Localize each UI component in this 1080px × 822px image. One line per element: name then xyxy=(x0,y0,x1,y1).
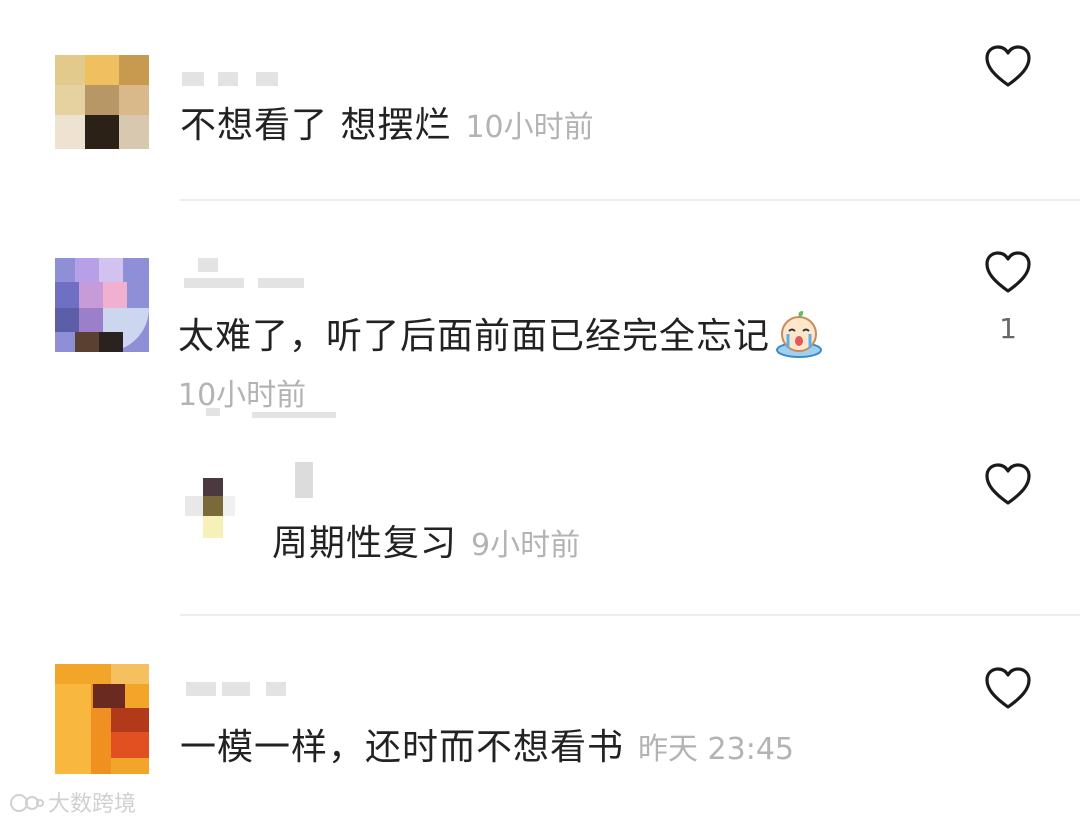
reply-item: 周期性复习 9小时前 xyxy=(0,440,1080,615)
comment-text: 一模一样，还时而不想看书 昨天 23:45 xyxy=(180,726,794,772)
crying-face-emoji xyxy=(776,311,823,358)
username-blurred[interactable] xyxy=(184,258,324,288)
comment-time: 10小时前 xyxy=(465,110,594,145)
comment-text: 周期性复习 9小时前 xyxy=(272,522,580,568)
avatar[interactable] xyxy=(55,664,149,774)
avatar[interactable] xyxy=(185,478,241,538)
watermark: 大数跨境 xyxy=(10,786,136,818)
heart-outline-icon[interactable] xyxy=(984,44,1032,88)
divider xyxy=(180,614,1080,616)
comment-item: 一模一样，还时而不想看书 昨天 23:45 xyxy=(0,620,1080,810)
avatar[interactable] xyxy=(55,55,149,149)
comment-body: 太难了，听了后面前面已经完全忘记 xyxy=(178,316,771,357)
comment-text: 不想看了 想摆烂 10小时前 xyxy=(180,104,594,150)
comment-text: 太难了，听了后面前面已经完全忘记 xyxy=(178,310,824,359)
username-blurred[interactable] xyxy=(182,72,282,86)
heart-outline-icon[interactable] xyxy=(984,666,1032,710)
heart-outline-icon[interactable] xyxy=(984,462,1032,506)
avatar[interactable] xyxy=(55,258,149,352)
comment-body: 周期性复习 xyxy=(272,523,458,564)
watermark-text: 大数跨境 xyxy=(48,792,137,817)
comment-time: 9小时前 xyxy=(471,528,581,563)
comment-time: 昨天 23:45 xyxy=(638,732,795,767)
comment-item: 不想看了 想摆烂 10小时前 xyxy=(0,0,1080,200)
comment-body: 不想看了 想摆烂 xyxy=(180,105,452,146)
like-count: 1 xyxy=(999,312,1017,345)
watermark-logo-icon xyxy=(10,794,44,812)
comment-body: 一模一样，还时而不想看书 xyxy=(180,727,625,768)
comment-item: 太难了，听了后面前面已经完全忘记 10小时前 1 xyxy=(0,200,1080,420)
username-blurred[interactable] xyxy=(186,682,296,696)
username-blurred[interactable] xyxy=(295,462,315,498)
heart-outline-icon[interactable] xyxy=(984,250,1032,294)
blur-overlay xyxy=(206,408,336,420)
